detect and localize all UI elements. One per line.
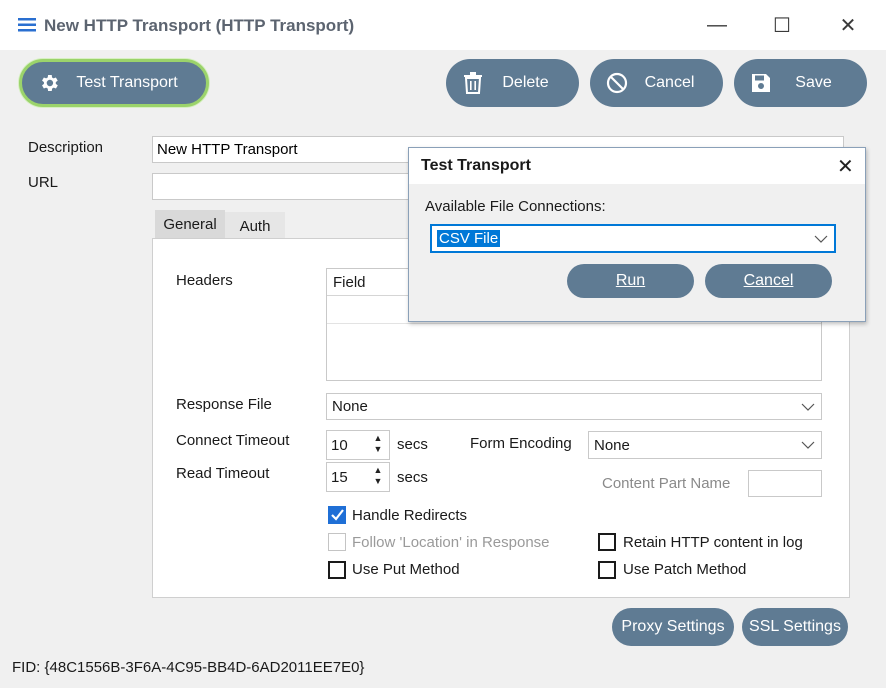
run-button[interactable]: Run [567,264,694,298]
tab-general-label: General [163,215,217,233]
response-file-select[interactable]: None [326,393,822,420]
dialog-cancel-label: Cancel [743,272,794,289]
chevron-down-icon [801,403,815,411]
retain-http-checkbox[interactable] [598,533,616,551]
read-timeout-stepper[interactable]: 15 ▲ ▼ [326,462,390,492]
gear-icon [36,70,62,96]
save-label: Save [795,74,832,91]
headers-label: Headers [176,272,233,289]
response-file-label: Response File [176,396,272,413]
tab-auth-label: Auth [239,217,271,235]
fid-text: FID: {48C1556B-3F6A-4C95-BB4D-6AD2011EE7… [12,659,365,676]
headers-column-field: Field [333,274,366,291]
window-title: New HTTP Transport (HTTP Transport) [44,16,355,35]
dialog-cancel-button[interactable]: Cancel [705,264,832,298]
file-connection-select[interactable]: CSV File [430,224,836,253]
trash-icon [460,70,486,96]
close-button[interactable]: ✕ [828,8,868,42]
chevron-down-icon [801,441,815,449]
ssl-settings-label: SSL Settings [749,618,841,635]
delete-label: Delete [502,74,549,91]
available-connections-label: Available File Connections: [425,198,606,215]
dialog-close-icon[interactable]: ✕ [837,154,854,179]
connect-timeout-label: Connect Timeout [176,432,290,449]
content-part-name-field[interactable] [748,470,822,497]
floppy-disk-icon [748,70,774,96]
maximize-icon: ☐ [773,14,791,37]
use-put-checkbox[interactable] [328,561,346,579]
follow-location-label: Follow 'Location' in Response [352,534,550,551]
response-file-value: None [332,398,368,415]
form-encoding-value: None [594,436,630,454]
follow-location-checkbox[interactable] [328,533,346,551]
close-icon: ✕ [839,14,857,37]
use-patch-label: Use Patch Method [623,561,747,578]
cancel-icon [604,70,630,96]
content-part-name-label: Content Part Name [602,475,731,492]
connect-timeout-stepper[interactable]: 10 ▲ ▼ [326,430,390,460]
maximize-button[interactable]: ☐ [762,8,802,42]
test-transport-dialog: Test Transport ✕ Available File Connecti… [408,147,866,322]
cancel-label: Cancel [644,74,695,91]
spin-arrows-icon[interactable]: ▲ ▼ [369,465,387,491]
save-button[interactable]: Save [734,59,867,107]
description-label: Description [28,139,104,156]
url-label: URL [28,174,59,191]
cancel-button[interactable]: Cancel [590,59,723,107]
test-transport-label: Test Transport [76,74,178,91]
form-encoding-label: Form Encoding [470,435,572,452]
spin-arrows-icon[interactable]: ▲ ▼ [369,433,387,459]
tab-general[interactable]: General [155,210,225,238]
read-timeout-value: 15 [331,468,348,486]
proxy-settings-button[interactable]: Proxy Settings [612,608,734,646]
delete-button[interactable]: Delete [446,59,579,107]
handle-redirects-label: Handle Redirects [352,507,468,524]
connect-timeout-value: 10 [331,436,348,454]
minimize-icon: — [707,13,727,36]
tab-auth[interactable]: Auth [225,212,285,240]
ssl-settings-button[interactable]: SSL Settings [742,608,848,646]
minimize-button[interactable]: — [697,8,737,42]
use-patch-checkbox[interactable] [598,561,616,579]
use-put-label: Use Put Method [352,561,460,578]
chevron-down-icon [814,235,828,243]
title-bar: New HTTP Transport (HTTP Transport) — ☐ … [0,0,886,50]
read-timeout-label: Read Timeout [176,465,270,482]
connect-timeout-unit: secs [397,436,428,453]
menu-icon[interactable] [18,18,36,32]
run-label: Run [615,272,646,289]
retain-http-label: Retain HTTP content in log [623,534,803,551]
file-connection-value: CSV File [437,230,501,247]
dialog-title-bar: Test Transport ✕ [409,148,865,184]
dialog-title: Test Transport [421,157,531,174]
test-transport-button[interactable]: Test Transport [19,59,209,107]
read-timeout-unit: secs [397,469,428,486]
handle-redirects-checkbox[interactable] [328,506,346,524]
proxy-settings-label: Proxy Settings [621,618,725,635]
checkmark-icon [331,509,344,521]
form-encoding-select[interactable]: None [588,431,822,459]
